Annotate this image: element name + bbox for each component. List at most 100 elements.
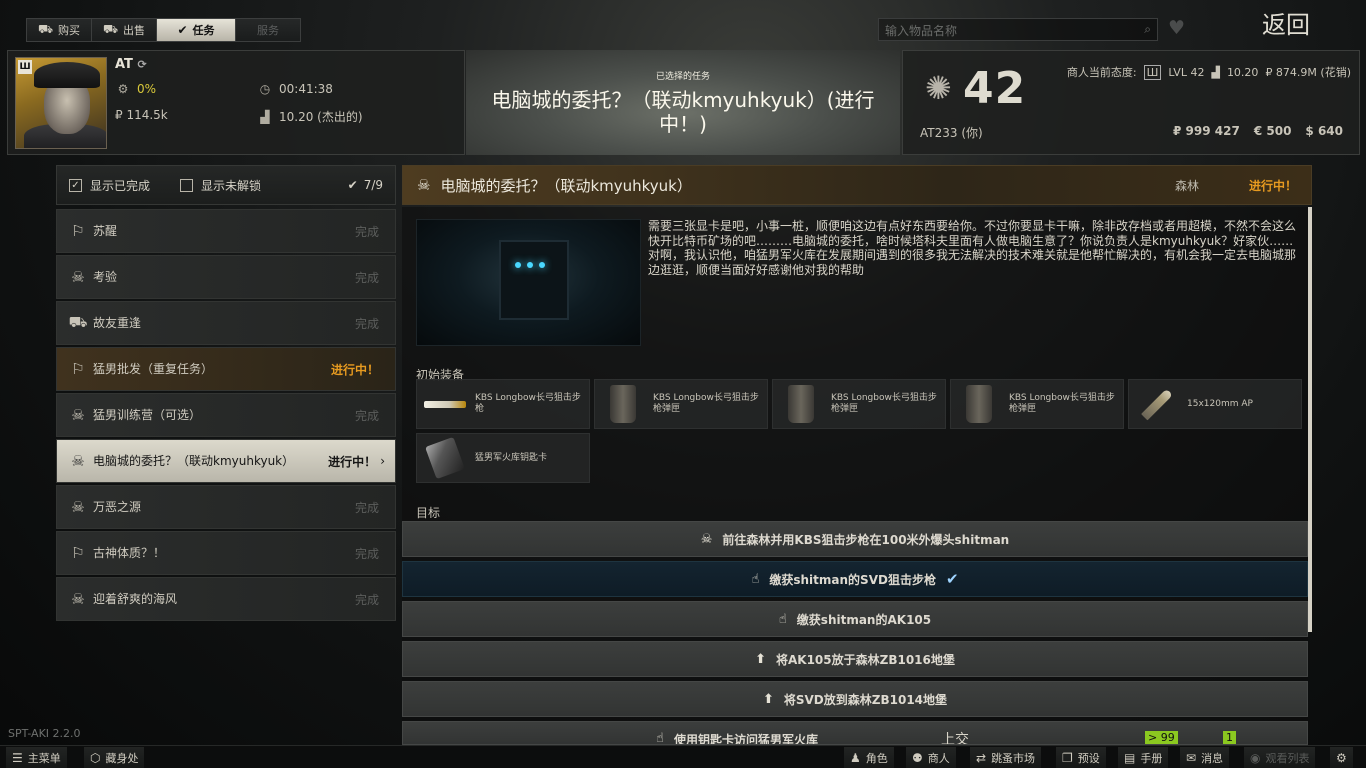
objective-row[interactable]: ☝ 使用钥匙卡访问猛男军火库 上交 > 99 1 <box>402 721 1308 745</box>
magazine-icon <box>779 384 823 424</box>
quest-item-sea-breeze[interactable]: ☠ 迎着舒爽的海风 完成 <box>56 577 396 621</box>
run-icon: ⚐ <box>71 360 85 378</box>
chevron-right-icon: › <box>380 454 385 468</box>
skull-icon: ☠ <box>71 498 85 516</box>
standing-bars-icon: ▟ <box>1211 65 1220 79</box>
skull-icon: ☠ <box>71 452 85 470</box>
level-emblem-icon: ✺ <box>925 69 952 107</box>
bottom-bar: ☰ 主菜单 ⬡ 藏身处 ♟ 角色 ⚉ 商人 ⇄ 跳蚤市场 ❐ 预设 ▤ 手册 ✉… <box>0 745 1366 768</box>
run-icon: ⚐ <box>71 222 85 240</box>
trader-panel: Ш AT ⟳ ⚙ 0% ◷ 00:41:38 ₽ 114.5k ▟ 10.20 … <box>7 50 465 155</box>
item-cell[interactable]: KBS Longbow长弓狙击步枪 <box>416 379 590 429</box>
quest-count: ✔ 7/9 <box>347 178 383 192</box>
refresh-icon: ⟳ <box>137 58 147 71</box>
objective-row[interactable]: ☝ 缴获shitman的SVD狙击步枪 ✔ <box>402 561 1308 597</box>
cart-icon: ⛟ <box>37 22 54 36</box>
trader-timer-stat: ◷ 00:41:38 <box>257 82 333 96</box>
tab-buy[interactable]: ⛟ 购买 <box>26 18 92 42</box>
magazine-icon <box>957 384 1001 424</box>
watchlist-icon: ◉ <box>1250 750 1261 765</box>
hideout-button[interactable]: ⬡ 藏身处 <box>84 747 145 768</box>
clock-icon: ◷ <box>259 82 271 96</box>
messages-icon: ✉ <box>1186 750 1197 765</box>
item-cell[interactable]: KBS Longbow长弓狙击步枪弹匣 <box>594 379 768 429</box>
magazine-icon <box>601 384 645 424</box>
traders-icon: ⚉ <box>912 750 923 765</box>
item-cell[interactable]: KBS Longbow长弓狙击步枪弹匣 <box>950 379 1124 429</box>
euros-amount: € 500 <box>1253 124 1292 138</box>
quest-item-trial[interactable]: ☠ 考验 完成 <box>56 255 396 299</box>
quest-description: 需要三张显卡是吧，小事一桩，顺便咱这边有点好东西要给你。不过你要显卡干嘛，除非改… <box>648 219 1297 277</box>
messages-button[interactable]: ✉ 消息 <box>1180 747 1230 768</box>
quest-item-computer-city[interactable]: ☠ 电脑城的委托？（联动kmyuhkyuk） 进行中！ › <box>56 439 396 483</box>
player-name: AT233 (你) <box>920 126 983 140</box>
item-cell[interactable]: 猛男军火库钥匙卡 <box>416 433 590 483</box>
trader-rank-badge: Ш <box>18 60 32 74</box>
starting-equipment-grid: KBS Longbow长弓狙击步枪 KBS Longbow长弓狙击步枪弹匣 KB… <box>416 379 1302 483</box>
cart-icon: ⛟ <box>68 313 88 331</box>
keycard-icon <box>423 436 467 480</box>
main-menu-button[interactable]: ☰ 主菜单 <box>6 747 67 768</box>
hand-icon: ☝ <box>656 731 664 745</box>
run-icon: ⚐ <box>71 544 85 562</box>
quest-location: 森林 <box>1174 178 1199 193</box>
quest-item-awakening[interactable]: ⚐ 苏醒 完成 <box>56 209 396 253</box>
skull-icon: ☠ <box>71 406 85 424</box>
back-button[interactable]: 返回 <box>1262 5 1310 40</box>
quest-item-training-camp[interactable]: ☠ 猛男训练营（可选） 完成 <box>56 393 396 437</box>
quest-item-root-of-evil[interactable]: ☠ 万恶之源 完成 <box>56 485 396 529</box>
quest-item-reunion[interactable]: ⛟ 故友重逢 完成 <box>56 301 396 345</box>
tab-sell[interactable]: ⛟ 出售 <box>91 18 157 42</box>
trader-standing-summary: 商人当前态度: Ш LVL 42 ▟ 10.20 ₽ 874.9M (花销) <box>1066 64 1351 80</box>
traders-button[interactable]: ⚉ 商人 <box>906 747 956 768</box>
check-icon: ✔ <box>945 570 959 588</box>
search-icon[interactable]: ⌕ <box>1144 22 1151 37</box>
arrow-up-icon: ⬆ <box>755 651 766 667</box>
favorite-heart-icon[interactable]: ♥ <box>1168 17 1185 39</box>
quest-item-ancient-constitution[interactable]: ⚐ 古神体质？！ 完成 <box>56 531 396 575</box>
character-icon: ♟ <box>850 750 861 765</box>
objective-row[interactable]: ☝ 缴获shitman的AK105 <box>402 601 1308 637</box>
trader-sales-stat: ₽ 114.5k <box>115 108 168 122</box>
tab-tasks[interactable]: ✔ 任务 <box>156 18 236 42</box>
objective-row[interactable]: ⬆ 将AK105放于森林ZB1016地堡 <box>402 641 1308 677</box>
trader-tabs: ⛟ 购买 ⛟ 出售 ✔ 任务 服务 <box>26 18 301 42</box>
trader-name: AT ⟳ <box>115 57 147 72</box>
quest-item-wholesale[interactable]: ⚐ 猛男批发（重复任务） 进行中！ <box>56 347 396 391</box>
selected-task-title: 电脑城的委托？（联动kmyuhkyuk）(进行中！) <box>491 88 875 136</box>
detail-scrollbar[interactable] <box>1308 207 1312 632</box>
tab-services[interactable]: 服务 <box>235 18 301 42</box>
objectives-label: 目标 <box>416 506 441 520</box>
item-cell[interactable]: KBS Longbow长弓狙击步枪弹匣 <box>772 379 946 429</box>
presets-button[interactable]: ❐ 预设 <box>1056 747 1106 768</box>
turn-in-button[interactable]: 上交 <box>941 729 969 744</box>
trader-standing-stat: ▟ 10.20 (杰出的) <box>257 108 362 125</box>
quest-detail-title: 电脑城的委托？（联动kmyuhkyuk） <box>440 176 692 195</box>
player-panel: ✺ 42 AT233 (你) 商人当前态度: Ш LVL 42 ▟ 10.20 … <box>902 50 1360 155</box>
presets-icon: ❐ <box>1062 750 1073 765</box>
show-locked-checkbox[interactable]: 显示未解锁 <box>180 177 261 194</box>
watchlist-button[interactable]: ◉ 观看列表 <box>1244 747 1316 768</box>
arrow-up-icon: ⬆ <box>762 691 774 707</box>
hand-icon: ☝ <box>751 571 760 587</box>
version-label: SPT-AKI 2.2.0 <box>8 727 81 740</box>
settings-button[interactable]: ⚙ <box>1330 747 1353 768</box>
handbook-icon: ▤ <box>1124 750 1136 765</box>
handbook-button[interactable]: ▤ 手册 <box>1118 747 1169 768</box>
show-completed-checkbox[interactable]: ✓ 显示已完成 <box>69 177 150 194</box>
flea-market-button[interactable]: ⇄ 跳蚤市场 <box>970 747 1042 768</box>
checkbox-empty-icon <box>180 178 194 192</box>
objective-row[interactable]: ⬆ 将SVD放到森林ZB1014地堡 <box>402 681 1308 717</box>
trader-rank-icon: Ш <box>1143 64 1162 80</box>
objective-row[interactable]: ☠ 前往森林并用KBS狙击步枪在100米外爆头shitman <box>402 521 1308 557</box>
skull-icon: ☠ <box>700 531 713 547</box>
hand-icon: ☝ <box>778 611 787 627</box>
check-circle-icon: ✔ <box>347 178 358 192</box>
checkbox-checked-icon: ✓ <box>69 178 82 192</box>
trader-rep-stat: ⚙ 0% <box>115 82 156 96</box>
stock-badge: > 99 <box>1145 731 1178 744</box>
item-cell[interactable]: 15x120mm AP <box>1128 379 1302 429</box>
search-input[interactable]: 输入物品名称 ⌕ <box>878 18 1158 41</box>
trader-portrait[interactable]: Ш <box>15 57 107 149</box>
character-button[interactable]: ♟ 角色 <box>844 747 894 768</box>
